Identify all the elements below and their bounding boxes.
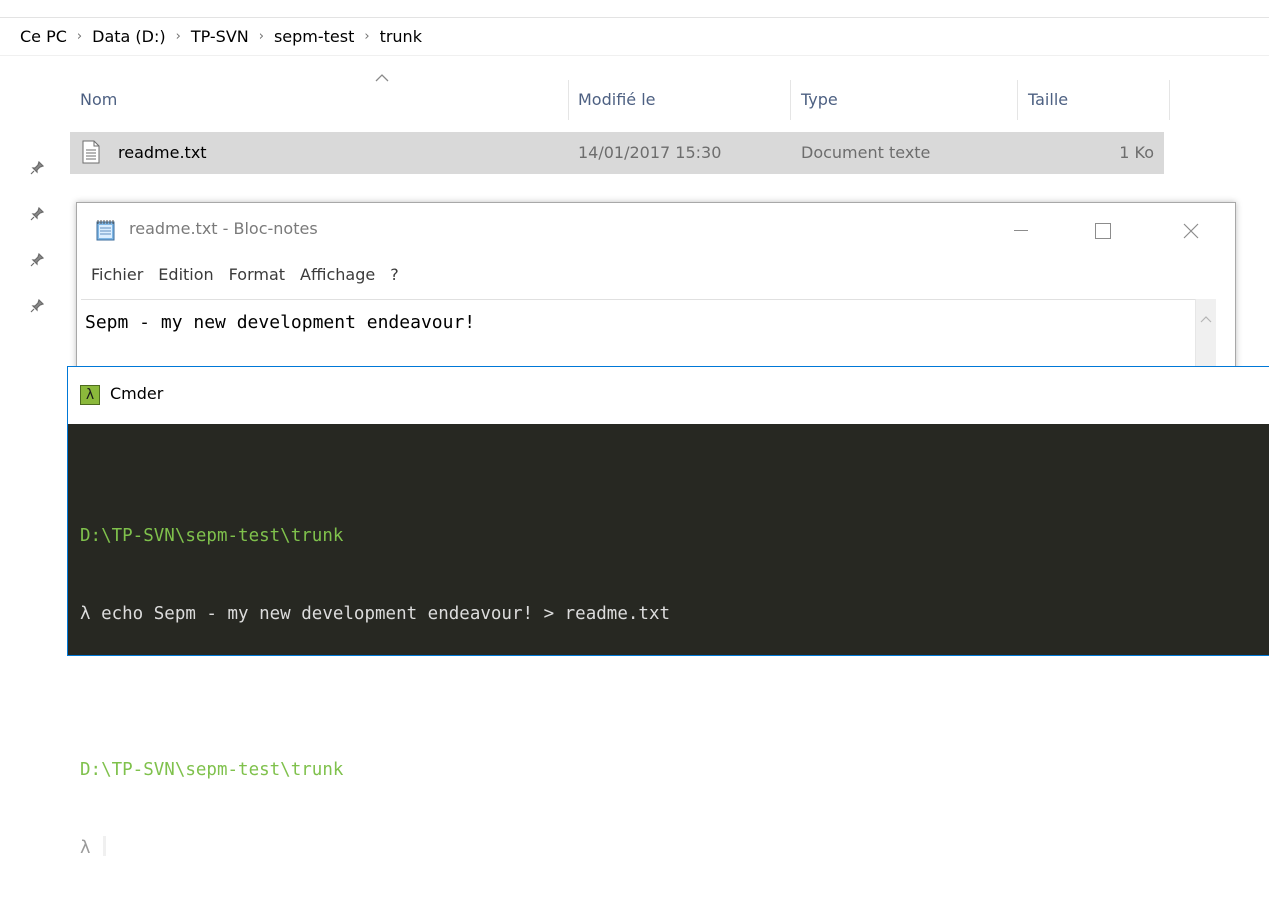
notepad-title-bar[interactable]: readme.txt - Bloc-notes — [77, 203, 1235, 259]
pin-icon[interactable] — [30, 160, 50, 175]
file-row[interactable]: readme.txt 14/01/2017 15:30 Document tex… — [70, 132, 1164, 174]
pin-icon[interactable] — [30, 252, 50, 267]
scroll-up-icon[interactable] — [1199, 309, 1213, 328]
cmder-window[interactable]: λ Cmder D:\TP-SVN\sepm-test\trunk λ echo… — [67, 366, 1269, 858]
column-header-size[interactable]: Taille — [1018, 76, 1170, 124]
menu-item-edition[interactable]: Edition — [158, 265, 213, 293]
text-file-icon — [82, 140, 100, 168]
column-header-name[interactable]: Nom — [70, 76, 568, 124]
pin-icon[interactable] — [30, 206, 50, 221]
notepad-menu-bar: Fichier Edition Format Affichage ? — [77, 265, 414, 293]
chevron-right-icon[interactable]: › — [77, 29, 82, 44]
column-headers: Nom Modifié le Type Taille — [70, 74, 1170, 124]
console-prompt: λ — [80, 838, 91, 858]
menu-item-fichier[interactable]: Fichier — [91, 265, 143, 293]
vertical-scrollbar[interactable] — [1195, 299, 1216, 371]
file-size: 1 Ko — [1119, 143, 1154, 162]
file-type: Document texte — [801, 143, 931, 162]
console-path-line: D:\TP-SVN\sepm-test\trunk — [80, 760, 344, 780]
window-title: Cmder — [110, 384, 164, 403]
breadcrumb-item-tp-svn[interactable]: TP-SVN — [191, 27, 249, 46]
menu-item-format[interactable]: Format — [229, 265, 285, 293]
column-header-type[interactable]: Type — [791, 76, 1017, 124]
close-button[interactable] — [1169, 209, 1213, 253]
breadcrumb-item-trunk[interactable]: trunk — [380, 27, 422, 46]
breadcrumb[interactable]: Ce PC › Data (D:) › TP-SVN › sepm-test ›… — [0, 18, 1269, 56]
maximize-button[interactable] — [1081, 209, 1125, 253]
console-command-line: λ echo Sepm - my new development endeavo… — [80, 604, 671, 624]
breadcrumb-item-sepm-test[interactable]: sepm-test — [274, 27, 354, 46]
column-divider[interactable] — [1169, 80, 1170, 120]
minimize-button[interactable] — [999, 209, 1043, 253]
pin-icon[interactable] — [30, 298, 50, 313]
chevron-right-icon[interactable]: › — [176, 29, 181, 44]
console-prompt-line[interactable]: λ — [80, 835, 670, 861]
breadcrumb-item-data-drive[interactable]: Data (D:) — [92, 27, 165, 46]
text-cursor — [103, 836, 107, 856]
breadcrumb-item-this-pc[interactable]: Ce PC — [20, 27, 67, 46]
file-modified: 14/01/2017 15:30 — [578, 143, 722, 162]
column-header-modified[interactable]: Modifié le — [568, 76, 790, 124]
notepad-window[interactable]: readme.txt - Bloc-notes Fichier Edition … — [76, 202, 1236, 372]
quick-access-pins — [30, 160, 50, 344]
menu-item-help[interactable]: ? — [390, 265, 399, 293]
notepad-text-area[interactable]: Sepm - my new development endeavour! — [81, 299, 1213, 369]
cmder-title-bar[interactable]: λ Cmder — [68, 367, 1269, 424]
file-name: readme.txt — [118, 143, 207, 162]
chevron-right-icon[interactable]: › — [364, 29, 369, 44]
cmder-lambda-icon: λ — [80, 385, 100, 405]
menu-item-affichage[interactable]: Affichage — [300, 265, 375, 293]
console-path-line: D:\TP-SVN\sepm-test\trunk — [80, 526, 344, 546]
chevron-right-icon[interactable]: › — [259, 29, 264, 44]
console-output[interactable]: D:\TP-SVN\sepm-test\trunk λ echo Sepm - … — [80, 471, 670, 913]
notepad-icon — [95, 219, 117, 245]
window-title: readme.txt - Bloc-notes — [129, 219, 318, 238]
